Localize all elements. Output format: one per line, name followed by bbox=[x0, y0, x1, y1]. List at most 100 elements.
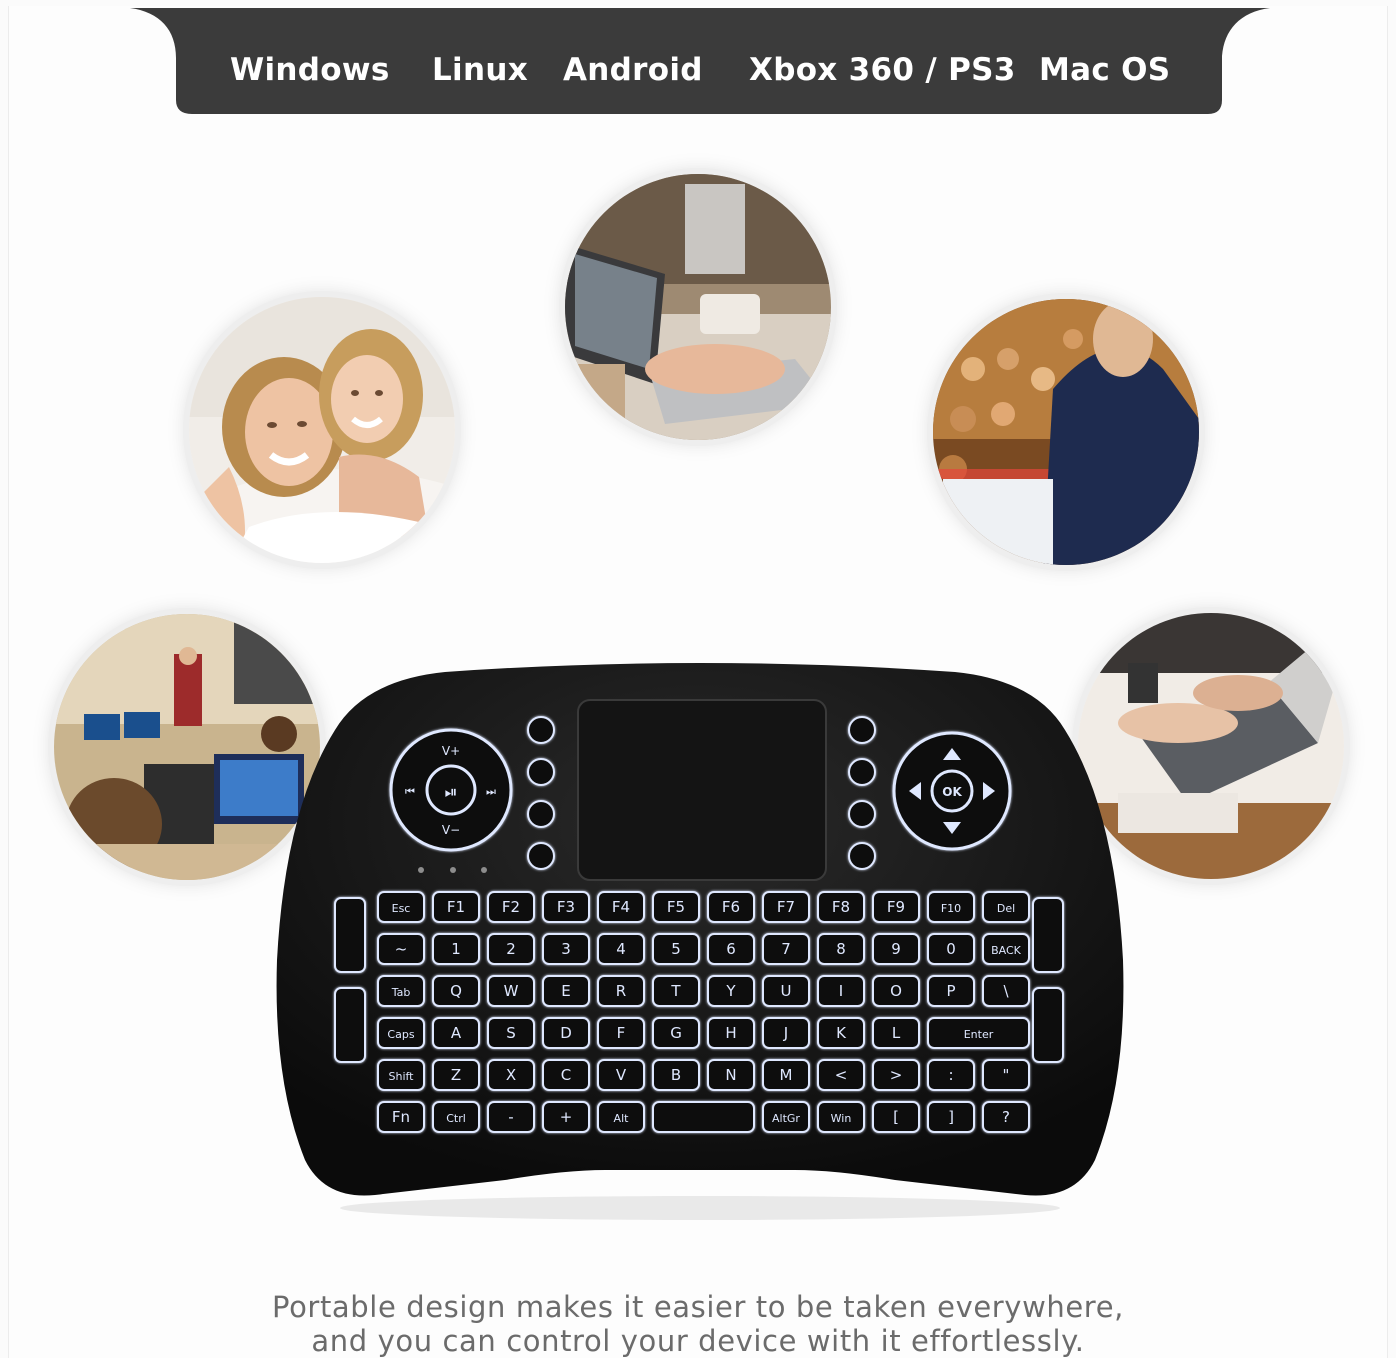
key-symbol: + bbox=[542, 1101, 590, 1133]
key-del: Del bbox=[982, 891, 1030, 923]
key-r: R bbox=[597, 975, 645, 1007]
os-windows: Windows bbox=[230, 52, 390, 88]
key-space bbox=[652, 1101, 755, 1133]
key-symbol: : bbox=[927, 1059, 975, 1091]
svg-text:1: 1 bbox=[451, 940, 461, 958]
svg-text:U: U bbox=[781, 982, 792, 1000]
svg-text:B: B bbox=[671, 1066, 681, 1084]
svg-text:E: E bbox=[561, 982, 570, 1000]
svg-text:N: N bbox=[725, 1066, 736, 1084]
key-f8: F8 bbox=[817, 891, 865, 923]
svg-text:I: I bbox=[839, 982, 843, 1000]
key-b: B bbox=[652, 1059, 700, 1091]
key-a: A bbox=[432, 1017, 480, 1049]
svg-text:F3: F3 bbox=[557, 898, 575, 916]
svg-text:~: ~ bbox=[395, 940, 408, 958]
key-3: 3 bbox=[542, 933, 590, 965]
key-symbol: ] bbox=[927, 1101, 975, 1133]
svg-text::: : bbox=[948, 1066, 953, 1084]
svg-text:4: 4 bbox=[616, 940, 626, 958]
svg-text:F2: F2 bbox=[502, 898, 520, 916]
key-f2: F2 bbox=[487, 891, 535, 923]
svg-text:Q: Q bbox=[450, 982, 462, 1000]
svg-text:]: ] bbox=[948, 1108, 954, 1126]
key-altgr: AltGr bbox=[762, 1101, 810, 1133]
key-f4: F4 bbox=[597, 891, 645, 923]
svg-text:Del: Del bbox=[997, 902, 1015, 915]
svg-text:+: + bbox=[560, 1108, 573, 1126]
key-2: 2 bbox=[487, 933, 535, 965]
key-p: P bbox=[927, 975, 975, 1007]
volume-up-label: V+ bbox=[442, 744, 460, 758]
svg-text:A: A bbox=[451, 1024, 462, 1042]
key-fn: Fn bbox=[377, 1101, 425, 1133]
key-7: 7 bbox=[762, 933, 810, 965]
key-alt: Alt bbox=[597, 1101, 645, 1133]
svg-text:X: X bbox=[506, 1066, 516, 1084]
key-symbol: - bbox=[487, 1101, 535, 1133]
svg-text:F: F bbox=[617, 1024, 626, 1042]
svg-text:BACK: BACK bbox=[991, 944, 1022, 957]
os-list: Windows Linux Android Xbox 360 / PS3 Mac… bbox=[130, 8, 1270, 116]
svg-text:2: 2 bbox=[506, 940, 516, 958]
key-1: 1 bbox=[432, 933, 480, 965]
svg-text:K: K bbox=[836, 1024, 847, 1042]
svg-text:T: T bbox=[670, 982, 681, 1000]
key-4: 4 bbox=[597, 933, 645, 965]
key-f9: F9 bbox=[872, 891, 920, 923]
audience-photo bbox=[933, 299, 1199, 565]
key-w: W bbox=[487, 975, 535, 1007]
key-k: K bbox=[817, 1017, 865, 1049]
key-f1: F1 bbox=[432, 891, 480, 923]
key-q: Q bbox=[432, 975, 480, 1007]
key-9: 9 bbox=[872, 933, 920, 965]
svg-text:3: 3 bbox=[561, 940, 571, 958]
svg-text:Enter: Enter bbox=[964, 1028, 994, 1041]
key-8: 8 bbox=[817, 933, 865, 965]
svg-text:G: G bbox=[670, 1024, 682, 1042]
svg-text:[: [ bbox=[893, 1108, 899, 1126]
svg-text:L: L bbox=[892, 1024, 901, 1042]
key-esc: Esc bbox=[377, 891, 425, 923]
key-y: Y bbox=[707, 975, 755, 1007]
svg-text:R: R bbox=[616, 982, 626, 1000]
svg-text:Tab: Tab bbox=[391, 986, 411, 999]
key-z: Z bbox=[432, 1059, 480, 1091]
key-o: O bbox=[872, 975, 920, 1007]
key-e: E bbox=[542, 975, 590, 1007]
key-m: M bbox=[762, 1059, 810, 1091]
caption-line-1: Portable design makes it easier to be ta… bbox=[272, 1290, 1124, 1324]
svg-text:C: C bbox=[561, 1066, 571, 1084]
svg-text:9: 9 bbox=[891, 940, 901, 958]
key-l: L bbox=[872, 1017, 920, 1049]
svg-text:Win: Win bbox=[831, 1112, 852, 1125]
svg-text:M: M bbox=[780, 1066, 793, 1084]
key-back: BACK bbox=[982, 933, 1030, 965]
svg-text:W: W bbox=[504, 982, 519, 1000]
touchpad bbox=[577, 699, 827, 881]
svg-text:O: O bbox=[890, 982, 902, 1000]
key-x: X bbox=[487, 1059, 535, 1091]
key-enter: Enter bbox=[927, 1017, 1030, 1049]
key-f7: F7 bbox=[762, 891, 810, 923]
svg-text:⏮: ⏮ bbox=[405, 785, 415, 798]
key-f6: F6 bbox=[707, 891, 755, 923]
media-dpad: ⏯ V+ V− ⏮ ⏭ bbox=[389, 728, 513, 852]
svg-text:8: 8 bbox=[836, 940, 846, 958]
key-j: J bbox=[762, 1017, 810, 1049]
os-mac: Mac OS bbox=[1039, 52, 1171, 88]
svg-text:⏯: ⏯ bbox=[445, 782, 458, 801]
key-u: U bbox=[762, 975, 810, 1007]
svg-text:6: 6 bbox=[726, 940, 736, 958]
svg-text:F9: F9 bbox=[887, 898, 905, 916]
key-s: S bbox=[487, 1017, 535, 1049]
key-symbol: ~ bbox=[377, 933, 425, 965]
key-shift: Shift bbox=[377, 1059, 425, 1091]
caption-line-2: and you can control your device with it … bbox=[311, 1324, 1085, 1358]
key-g: G bbox=[652, 1017, 700, 1049]
key-tab: Tab bbox=[377, 975, 425, 1007]
svg-text:Alt: Alt bbox=[614, 1112, 630, 1125]
svg-text:H: H bbox=[725, 1024, 736, 1042]
svg-text:Z: Z bbox=[451, 1066, 461, 1084]
os-compatibility-banner: Windows Linux Android Xbox 360 / PS3 Mac… bbox=[130, 8, 1270, 116]
